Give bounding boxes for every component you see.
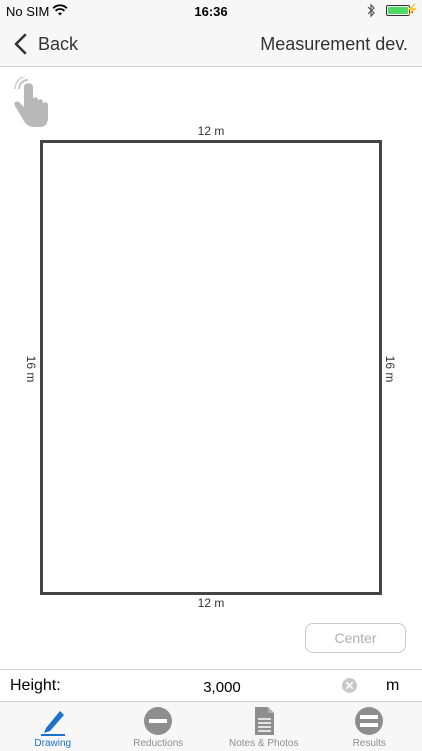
tab-drawing[interactable]: Drawing	[0, 702, 106, 751]
tab-label-reductions: Reductions	[133, 738, 183, 749]
bottom-dimension-label: 12 m	[40, 596, 382, 610]
left-dimension-label: 16 m	[24, 356, 38, 383]
top-dimension-label: 12 m	[40, 124, 382, 138]
height-row: Height: m	[0, 669, 422, 702]
minus-circle-icon	[142, 705, 174, 737]
tab-label-drawing: Drawing	[34, 738, 71, 749]
touch-hand-icon	[8, 77, 52, 131]
clear-input-icon[interactable]	[342, 678, 357, 693]
room-outline[interactable]	[40, 140, 382, 595]
drawing-canvas[interactable]: 12 m 16 m 16 m 12 m Center	[0, 67, 422, 669]
navigation-bar: Back Measurement dev.	[0, 22, 422, 67]
height-input[interactable]	[130, 674, 314, 700]
height-label: Height:	[10, 677, 61, 695]
equals-circle-icon	[353, 705, 385, 737]
tab-reductions[interactable]: Reductions	[106, 702, 212, 751]
back-button[interactable]: Back	[10, 30, 78, 58]
page-title: Measurement dev.	[260, 34, 408, 55]
document-icon	[248, 705, 280, 737]
clock: 16:36	[0, 4, 422, 19]
pencil-icon	[37, 705, 69, 737]
back-label: Back	[38, 34, 78, 55]
charging-icon: ⚡	[405, 3, 419, 16]
center-button[interactable]: Center	[305, 623, 406, 653]
tab-label-results: Results	[353, 738, 386, 749]
chevron-left-icon	[10, 32, 34, 56]
tab-bar: Drawing Reductions Notes & Photos Result…	[0, 701, 422, 751]
tab-results[interactable]: Results	[317, 702, 422, 751]
bluetooth-icon	[366, 3, 376, 18]
right-dimension-label: 16 m	[383, 356, 397, 383]
tab-label-notes-photos: Notes & Photos	[229, 738, 298, 749]
tab-notes-photos[interactable]: Notes & Photos	[211, 702, 317, 751]
height-unit: m	[386, 677, 399, 695]
status-bar: No SIM 16:36 ⚡	[0, 0, 422, 22]
